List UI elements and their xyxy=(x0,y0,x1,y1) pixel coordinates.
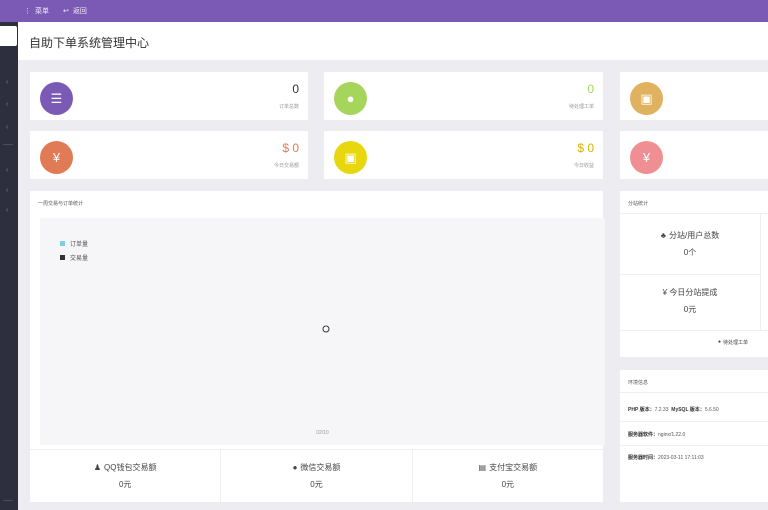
sitemap-icon: ♣ xyxy=(660,231,666,240)
chevron-left-icon[interactable]: ‹ xyxy=(6,167,12,174)
comment-icon: ● xyxy=(718,339,722,345)
stat-card-today-profit: ▣ $ 0 今日收益 xyxy=(324,131,603,179)
site-commission-value: 0元 xyxy=(683,305,697,314)
page-header: 自助下单系统管理中心 xyxy=(18,22,768,60)
site-commission-label: ¥ 今日分站提成 xyxy=(662,288,718,297)
menu-icon: ⋮ xyxy=(24,8,31,15)
server-label: 服务器软件： xyxy=(628,432,659,438)
php-label: PHP 版本： xyxy=(628,407,655,413)
mysql-value: 5.6.50 xyxy=(704,407,719,413)
php-value: 7.2.33 xyxy=(654,407,669,413)
site-panel-title: 分站统计 xyxy=(628,201,649,207)
sidebar: ‹ ‹ ‹ ‹ ‹ ‹ xyxy=(0,22,18,510)
chart-data-point[interactable] xyxy=(322,325,330,333)
back-button[interactable]: ↩ 返回 xyxy=(63,6,87,16)
payment-label: 支付宝交易额 xyxy=(489,463,538,472)
chart-svg xyxy=(322,325,330,333)
sidebar-divider xyxy=(3,144,13,145)
sidebar-divider xyxy=(3,500,13,501)
stat-label: 今日收益 xyxy=(573,163,594,169)
stat-card-3: ▣ xyxy=(620,72,768,120)
stat-card-6: ¥ xyxy=(620,131,768,179)
card-icon: ▤ xyxy=(478,463,487,472)
payment-label: 微信交易额 xyxy=(300,463,341,472)
yen-icon: ¥ xyxy=(40,141,73,174)
pending-ticket-label: 待处理工单 xyxy=(723,340,749,346)
time-value: 2023-03-11 17:11:03 xyxy=(658,455,704,461)
chart-area: 订单量 交易量 02/10 xyxy=(40,218,605,445)
yen-icon: ¥ xyxy=(630,141,663,174)
chevron-left-icon[interactable]: ‹ xyxy=(6,124,12,131)
site-users: ♣ 分站/用户总数 0个 xyxy=(620,230,760,258)
list-icon: ☰ xyxy=(40,82,73,115)
chevron-left-icon[interactable]: ‹ xyxy=(6,207,12,214)
env-server: 服务器软件：nginx/1.22.0 xyxy=(628,431,685,438)
wechat-icon: ● xyxy=(292,463,298,472)
stat-value: $ 0 xyxy=(577,141,594,155)
sidebar-logo-box[interactable] xyxy=(0,26,17,46)
briefcase-icon: ▣ xyxy=(334,141,367,174)
env-panel-title: 环境信息 xyxy=(628,380,649,386)
stat-label: 待处理工单 xyxy=(568,104,594,110)
stat-value: $ 0 xyxy=(282,141,299,155)
stat-value: 0 xyxy=(292,82,299,96)
payment-alipay: ▤ 支付宝交易额 0元 xyxy=(413,450,603,503)
stat-value: 0 xyxy=(587,82,594,96)
site-users-value: 0个 xyxy=(683,248,697,257)
ticket-icon: ● xyxy=(334,82,367,115)
stat-card-orders: ☰ 0 订单总数 xyxy=(30,72,308,120)
payment-value: 0元 xyxy=(310,480,323,489)
top-bar: ⋮ 菜单 ↩ 返回 xyxy=(0,0,768,22)
payment-value: 0元 xyxy=(118,480,132,489)
time-label: 服务器时间： xyxy=(628,455,659,461)
chevron-left-icon[interactable]: ‹ xyxy=(6,101,12,108)
pending-ticket-link[interactable]: ● 待处理工单 xyxy=(718,339,748,346)
payment-label: QQ钱包交易额 xyxy=(104,463,157,472)
chart-panel: 一周交易与订单统计 订单量 交易量 02/10 ♟ QQ钱包交易额 0元 ● 微信交… xyxy=(30,191,605,503)
menu-label: 菜单 xyxy=(35,8,49,15)
payment-wechat: ● 微信交易额 0元 xyxy=(221,450,413,503)
page-title: 自助下单系统管理中心 xyxy=(29,36,150,50)
chevron-left-icon[interactable]: ‹ xyxy=(6,79,12,86)
back-label: 返回 xyxy=(72,8,87,15)
back-icon: ↩ xyxy=(63,8,69,15)
site-stats-panel: 分站统计 ♣ 分站/用户总数 0个 ¥ 今日分站提成 0元 ● 待处理工单 xyxy=(620,191,768,357)
env-panel: 环境信息 PHP 版本：7.2.33 MySQL 版本：5.6.50 服务器软件… xyxy=(620,370,768,502)
menu-button[interactable]: ⋮ 菜单 xyxy=(24,6,49,16)
site-users-label: 分站/用户总数 xyxy=(669,231,720,240)
chart-title: 一周交易与订单统计 xyxy=(38,201,84,207)
x-axis-tick-label: 02/10 xyxy=(316,430,329,436)
qq-icon: ♟ xyxy=(93,463,102,472)
env-versions: PHP 版本：7.2.33 MySQL 版本：5.6.50 xyxy=(628,406,719,413)
site-commission: ¥ 今日分站提成 0元 xyxy=(620,287,760,315)
payment-value: 0元 xyxy=(501,480,515,489)
env-time: 服务器时间：2023-03-11 17:11:03 xyxy=(628,454,704,461)
briefcase-icon: ▣ xyxy=(630,82,663,115)
payment-qq: ♟ QQ钱包交易额 0元 xyxy=(30,450,222,503)
stat-label: 今日交易额 xyxy=(273,163,299,169)
payment-stats: ♟ QQ钱包交易额 0元 ● 微信交易额 0元 ▤ 支付宝交易额 0元 xyxy=(30,449,603,503)
mysql-label: MySQL 版本： xyxy=(671,407,705,413)
stat-label: 订单总数 xyxy=(278,104,299,110)
stat-card-today-revenue: ¥ $ 0 今日交易额 xyxy=(30,131,308,179)
stat-card-tickets: ● 0 待处理工单 xyxy=(324,72,603,120)
chevron-left-icon[interactable]: ‹ xyxy=(6,187,12,194)
server-value: nginx/1.22.0 xyxy=(658,432,686,438)
